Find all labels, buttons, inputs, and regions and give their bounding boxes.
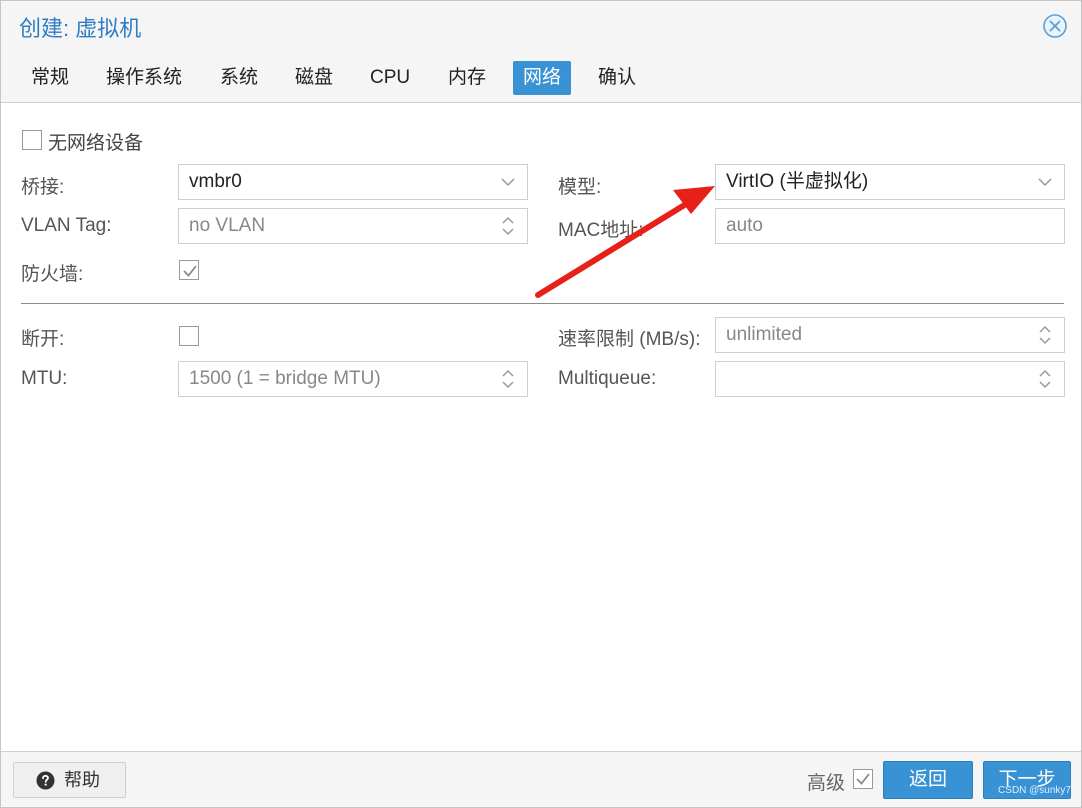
close-icon[interactable] xyxy=(1042,13,1068,39)
disconnect-checkbox[interactable] xyxy=(179,326,199,346)
network-panel: 无网络设备 桥接: vmbr0 模型: VirtIO (半虚拟化) VLAN T… xyxy=(1,104,1081,750)
mtu-placeholder: 1500 (1 = bridge MTU) xyxy=(189,368,381,389)
help-label: 帮助 xyxy=(64,770,100,790)
disconnect-label: 断开: xyxy=(21,329,65,350)
dialog-title: 创建: 虚拟机 xyxy=(19,16,142,41)
tab-system[interactable]: 系统 xyxy=(210,61,268,95)
vlan-field[interactable]: no VLAN xyxy=(178,208,528,244)
tab-network[interactable]: 网络 xyxy=(513,61,572,95)
no-network-checkbox[interactable] xyxy=(22,130,42,150)
tab-cpu[interactable]: CPU xyxy=(360,61,420,95)
rate-limit-field[interactable]: unlimited xyxy=(715,317,1065,353)
dialog-footer: 帮助 高级 返回 下一步 CSDN @sunky7 xyxy=(1,751,1081,807)
firewall-label: 防火墙: xyxy=(21,264,84,285)
mtu-label: MTU: xyxy=(21,368,68,389)
advanced-checkbox[interactable] xyxy=(853,769,873,789)
tab-memory[interactable]: 内存 xyxy=(438,61,496,95)
multiqueue-label: Multiqueue: xyxy=(558,368,657,389)
spinner-icon[interactable] xyxy=(497,215,519,237)
tab-os[interactable]: 操作系统 xyxy=(96,61,192,95)
rate-limit-label: 速率限制 (MB/s): xyxy=(558,329,701,350)
dialog-header: 创建: 虚拟机 xyxy=(1,1,1081,53)
bridge-value: vmbr0 xyxy=(189,171,242,192)
wizard-tabs: 常规 操作系统 系统 磁盘 CPU 内存 网络 确认 xyxy=(1,53,1081,103)
bridge-label: 桥接: xyxy=(21,177,65,198)
spinner-icon[interactable] xyxy=(497,368,519,390)
model-label: 模型: xyxy=(558,177,602,198)
mtu-field[interactable]: 1500 (1 = bridge MTU) xyxy=(178,361,528,397)
no-network-label: 无网络设备 xyxy=(48,133,144,154)
firewall-checkbox[interactable] xyxy=(179,260,199,280)
tab-disk[interactable]: 磁盘 xyxy=(285,61,343,95)
advanced-label: 高级 xyxy=(807,773,846,794)
back-button[interactable]: 返回 xyxy=(883,761,973,799)
vlan-label: VLAN Tag: xyxy=(21,215,112,236)
help-button[interactable]: 帮助 xyxy=(13,762,126,798)
chevron-down-icon[interactable] xyxy=(497,171,519,193)
spinner-icon[interactable] xyxy=(1034,368,1056,390)
watermark: CSDN @sunky7 xyxy=(998,785,1071,796)
tab-general[interactable]: 常规 xyxy=(21,61,79,95)
multiqueue-field[interactable] xyxy=(715,361,1065,397)
model-value: VirtIO (半虚拟化) xyxy=(726,171,869,192)
spinner-icon[interactable] xyxy=(1034,324,1056,346)
tab-confirm[interactable]: 确认 xyxy=(588,61,646,95)
chevron-down-icon[interactable] xyxy=(1034,171,1056,193)
mac-field[interactable]: auto xyxy=(715,208,1065,244)
rate-limit-placeholder: unlimited xyxy=(726,324,803,345)
create-vm-dialog: 创建: 虚拟机 常规 操作系统 系统 磁盘 CPU 内存 网络 确认 无网络设备… xyxy=(0,0,1082,808)
mac-placeholder: auto xyxy=(726,215,763,236)
bridge-select[interactable]: vmbr0 xyxy=(178,164,528,200)
model-select[interactable]: VirtIO (半虚拟化) xyxy=(715,164,1065,200)
section-divider xyxy=(21,303,1064,304)
vlan-placeholder: no VLAN xyxy=(189,215,266,236)
question-icon xyxy=(36,771,55,790)
mac-label: MAC地址: xyxy=(558,220,644,241)
